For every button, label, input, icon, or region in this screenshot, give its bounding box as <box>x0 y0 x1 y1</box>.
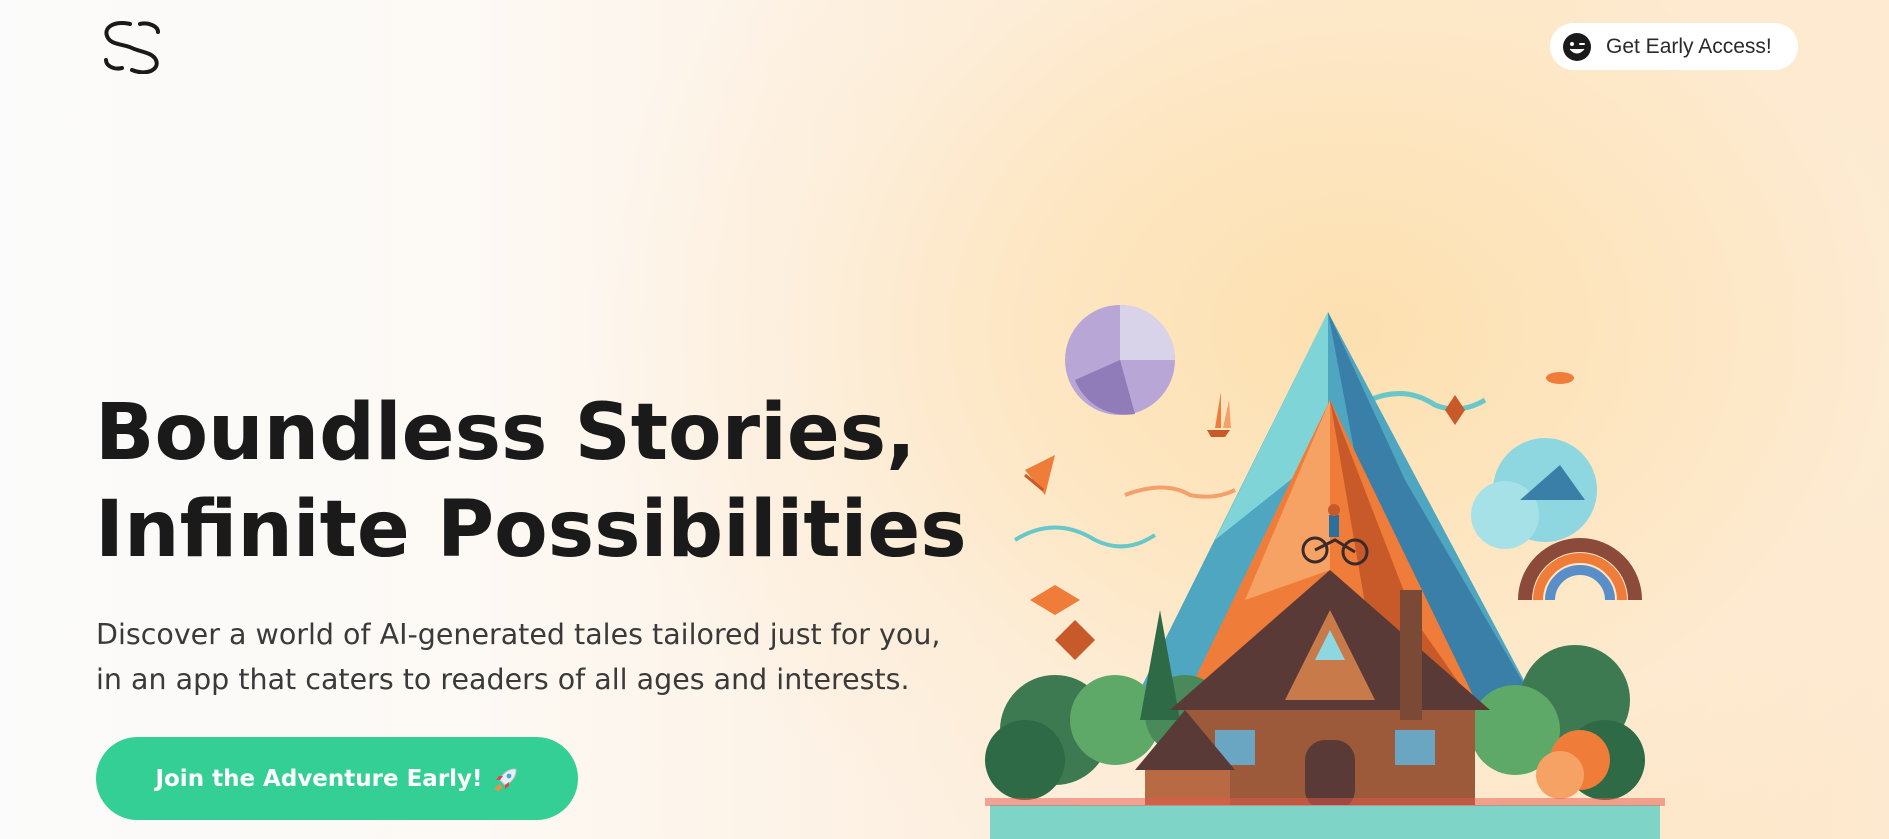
hero-title-line-1: Boundless Stories, <box>95 388 916 478</box>
smiley-wink-icon <box>1563 32 1591 61</box>
get-early-access-label: Get Early Access! <box>1606 34 1772 58</box>
cloud-shape <box>1471 438 1597 549</box>
rainbow-shape <box>1518 538 1642 601</box>
water-shape <box>990 805 1660 839</box>
mountain-house-illustration <box>985 305 1665 839</box>
hero-title: Boundless Stories, Infinite Possibilitie… <box>95 385 967 579</box>
sailboat-shape <box>1207 392 1231 437</box>
hero-subtitle-line-1: Discover a world of AI-generated tales t… <box>96 618 941 651</box>
hero-subtitle: Discover a world of AI-generated tales t… <box>96 612 996 702</box>
join-adventure-label: Join the Adventure Early! <box>155 765 483 792</box>
logo-icon[interactable] <box>100 18 164 74</box>
hero-title-line-2: Infinite Possibilities <box>95 485 967 575</box>
get-early-access-button[interactable]: Get Early Access! <box>1550 23 1798 70</box>
ribbon-shape <box>1124 485 1236 499</box>
hero-subtitle-line-2: in an app that caters to readers of all … <box>96 663 910 696</box>
rocket-icon <box>494 767 517 791</box>
moon-shape <box>1065 305 1175 415</box>
join-adventure-button[interactable]: Join the Adventure Early! <box>96 737 578 820</box>
